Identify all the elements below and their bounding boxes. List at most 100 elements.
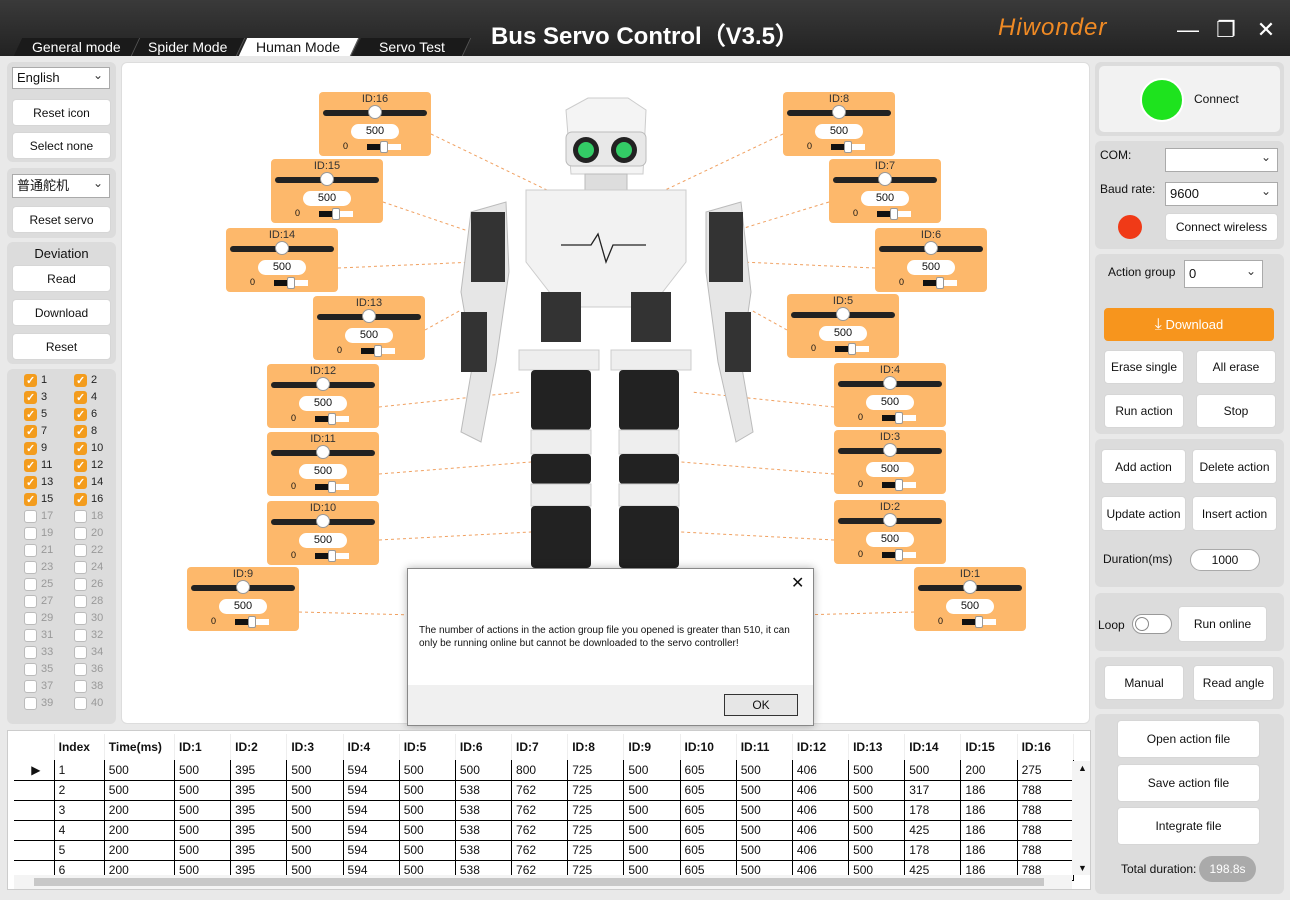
servo-value-input[interactable]: 500 [907, 260, 955, 275]
checkbox-box[interactable] [24, 561, 37, 574]
checkbox-box[interactable] [24, 595, 37, 608]
column-header[interactable]: Index [54, 734, 105, 760]
checkbox-box[interactable] [24, 442, 37, 455]
dialog-ok-button[interactable]: OK [724, 694, 798, 716]
servo-offset-slider[interactable] [315, 413, 349, 425]
insert-action-button[interactable]: Insert action [1192, 496, 1277, 531]
column-header[interactable]: ID:5 [399, 734, 456, 760]
checkbox-box[interactable] [74, 629, 87, 642]
servo-checkbox[interactable]: 38 [74, 679, 122, 695]
servo-offset-slider[interactable] [877, 208, 911, 220]
servo-offset-slider[interactable] [367, 141, 401, 153]
column-header[interactable]: ID:8 [567, 734, 625, 760]
servo-checkbox[interactable]: 31 [24, 628, 72, 644]
checkbox-box[interactable] [24, 663, 37, 676]
servo-position-slider[interactable] [230, 241, 334, 255]
action-group-select[interactable]: 0 [1184, 258, 1263, 288]
servo-checkbox[interactable]: 1 [24, 373, 72, 389]
servo-checkbox[interactable]: 12 [74, 458, 122, 474]
close-icon[interactable]: ✕ [1252, 16, 1280, 44]
table-cell[interactable]: 500 [848, 800, 906, 821]
servo-offset-slider[interactable] [831, 141, 865, 153]
table-cell[interactable]: 500 [174, 800, 232, 821]
servo-checkbox[interactable]: 5 [24, 407, 72, 423]
servo-value-input[interactable]: 500 [351, 124, 399, 139]
slider-knob[interactable] [836, 307, 850, 321]
row-selector[interactable] [14, 840, 55, 861]
scroll-down-icon[interactable]: ▼ [1078, 863, 1087, 873]
offset-knob[interactable] [380, 141, 388, 153]
servo-offset-slider[interactable] [274, 277, 308, 289]
checkbox-box[interactable] [24, 612, 37, 625]
table-cell[interactable]: 317 [904, 780, 962, 801]
table-cell[interactable]: 178 [904, 840, 962, 861]
table-cell[interactable]: 500 [736, 820, 793, 841]
checkbox-box[interactable] [74, 476, 87, 489]
column-header[interactable]: ID:6 [455, 734, 513, 760]
baud-rate-select[interactable]: 9600 [1165, 180, 1278, 206]
servo-checkbox[interactable]: 9 [24, 441, 72, 457]
table-cell[interactable]: 200 [104, 820, 176, 841]
slider-knob[interactable] [883, 513, 897, 527]
servo-value-input[interactable]: 500 [258, 260, 306, 275]
connect-status-indicator[interactable] [1140, 78, 1184, 122]
slider-knob[interactable] [316, 514, 330, 528]
offset-knob[interactable] [248, 616, 256, 628]
servo-position-slider[interactable] [323, 105, 427, 119]
servo-checkbox[interactable]: 28 [74, 594, 122, 610]
slider-knob[interactable] [883, 376, 897, 390]
table-row[interactable]: ▶ 1 500 500 395 500 594 500 500 800 725 500 605 500 40… [14, 760, 1075, 781]
table-cell[interactable]: 500 [848, 840, 906, 861]
servo-checkbox[interactable]: 10 [74, 441, 122, 457]
table-cell[interactable]: 788 [1017, 780, 1075, 801]
checkbox-box[interactable] [74, 391, 87, 404]
table-cell[interactable]: 500 [286, 800, 344, 821]
table-cell[interactable]: 186 [960, 780, 1018, 801]
table-cell[interactable]: 500 [736, 760, 793, 781]
servo-position-slider[interactable] [275, 172, 379, 186]
table-cell[interactable]: 395 [230, 780, 288, 801]
offset-knob[interactable] [328, 413, 336, 425]
checkbox-box[interactable] [24, 476, 37, 489]
table-cell[interactable]: 605 [680, 780, 737, 801]
connect-label[interactable]: Connect [1194, 92, 1239, 106]
servo-checkbox[interactable]: 14 [74, 475, 122, 491]
servo-offset-slider[interactable] [319, 208, 353, 220]
servo-checkbox[interactable]: 35 [24, 662, 72, 678]
table-cell[interactable]: 725 [567, 820, 625, 841]
servo-offset-slider[interactable] [923, 277, 957, 289]
column-header[interactable]: ID:2 [230, 734, 288, 760]
servo-checkbox[interactable]: 6 [74, 407, 122, 423]
servo-checkbox[interactable]: 36 [74, 662, 122, 678]
table-cell[interactable]: 200 [104, 840, 176, 861]
slider-knob[interactable] [963, 580, 977, 594]
servo-position-slider[interactable] [317, 309, 421, 323]
checkbox-box[interactable] [74, 595, 87, 608]
servo-position-slider[interactable] [787, 105, 891, 119]
servo-checkbox[interactable]: 4 [74, 390, 122, 406]
checkbox-box[interactable] [74, 578, 87, 591]
table-cell[interactable]: 425 [904, 820, 962, 841]
erase-single-button[interactable]: Erase single [1104, 350, 1184, 384]
checkbox-box[interactable] [74, 663, 87, 676]
table-cell[interactable]: 500 [286, 820, 344, 841]
table-cell[interactable]: 186 [960, 840, 1018, 861]
select-none-button[interactable]: Select none [12, 132, 111, 159]
manual-button[interactable]: Manual [1104, 665, 1184, 700]
servo-offset-slider[interactable] [835, 343, 869, 355]
servo-checkbox[interactable]: 16 [74, 492, 122, 508]
table-cell[interactable]: 605 [680, 800, 737, 821]
table-cell[interactable]: 406 [792, 840, 850, 861]
slider-knob[interactable] [362, 309, 376, 323]
run-action-button[interactable]: Run action [1104, 394, 1184, 428]
table-cell[interactable]: 500 [848, 780, 906, 801]
connect-wireless-button[interactable]: Connect wireless [1165, 213, 1278, 241]
offset-knob[interactable] [328, 550, 336, 562]
checkbox-box[interactable] [74, 510, 87, 523]
table-cell[interactable]: 406 [792, 800, 850, 821]
table-cell[interactable]: 762 [511, 820, 569, 841]
tab-human-mode[interactable]: Human Mode [238, 38, 360, 56]
checkbox-box[interactable] [24, 697, 37, 710]
table-cell[interactable]: 2 [54, 780, 105, 801]
servo-checkbox[interactable]: 18 [74, 509, 122, 525]
